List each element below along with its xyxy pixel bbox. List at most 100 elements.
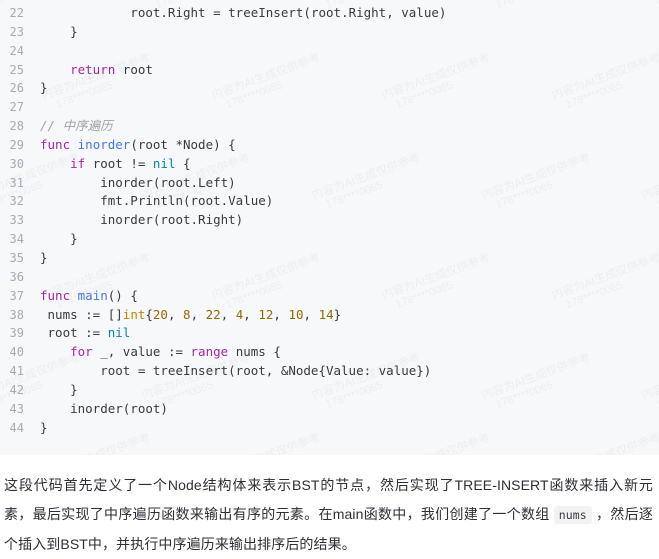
line-number: 32 <box>9 194 24 209</box>
code-token: func <box>40 287 71 303</box>
line-content: return root <box>34 61 153 80</box>
line-number: 28 <box>9 119 24 134</box>
code-line: 39 root := nil <box>0 324 659 343</box>
line-number: 39 <box>9 326 24 341</box>
line-content: } <box>34 23 78 42</box>
explanation-paragraph: 这段代码首先定义了一个Node结构体来表示BST的节点，然后实现了TREE-IN… <box>0 455 659 559</box>
line-content: } <box>34 249 48 268</box>
code-token: { <box>175 155 191 171</box>
code-token: } <box>40 249 48 265</box>
code-line: 27 <box>0 98 659 117</box>
line-content: } <box>34 230 78 249</box>
code-token: inorder(root.Right) <box>40 212 244 228</box>
line-number: 42 <box>9 382 24 397</box>
inline-code-nums: nums <box>553 506 592 524</box>
line-content: } <box>34 381 78 400</box>
line-number: 22 <box>9 6 24 20</box>
code-line: 31 inorder(root.Left) <box>0 174 659 193</box>
line-number: 29 <box>9 137 24 152</box>
code-token: treeInsert <box>228 5 304 20</box>
code-token: main <box>77 287 108 303</box>
code-token: for <box>70 344 93 360</box>
line-content: fmt.Println(root.Value) <box>34 192 273 211</box>
line-content: } <box>34 79 48 98</box>
code-token: (root.Right, value) <box>303 5 447 20</box>
code-token: root.Right = <box>40 5 229 20</box>
code-token: , <box>220 306 236 322</box>
line-number: 25 <box>9 62 24 77</box>
line-number: 31 <box>9 175 24 190</box>
code-token: (root *Node) { <box>130 136 236 152</box>
code-token: , <box>190 306 206 322</box>
code-token: 20 <box>152 306 168 322</box>
line-content: // 中序遍历 <box>34 117 113 136</box>
code-line: 32 fmt.Println(root.Value) <box>0 192 659 211</box>
line-content: for _, value := range nums { <box>34 343 281 362</box>
line-number: 35 <box>9 250 24 265</box>
code-token: } <box>333 306 342 322</box>
line-number: 38 <box>9 307 24 322</box>
code-lines[interactable]: 22 root.Right = treeInsert(root.Right, v… <box>0 4 659 437</box>
line-number: 33 <box>9 213 24 228</box>
code-line: 29 func inorder(root *Node) { <box>0 136 659 155</box>
line-number: 30 <box>9 156 24 171</box>
line-number: 40 <box>9 345 24 360</box>
code-token: int <box>122 306 146 322</box>
line-number: 44 <box>9 420 24 435</box>
code-token: root := <box>40 325 108 341</box>
line-number: 37 <box>9 288 24 303</box>
code-token: fmt.Println(root.Value) <box>40 193 274 209</box>
line-number: 26 <box>9 81 24 96</box>
code-token: , <box>243 306 259 322</box>
line-number: 36 <box>9 269 24 284</box>
code-line: 23 } <box>0 23 659 42</box>
code-token: inorder(root) <box>40 400 168 416</box>
line-number: 43 <box>9 401 24 416</box>
line-content: inorder(root) <box>34 400 168 419</box>
line-content: root.Right = treeInsert(root.Right, valu… <box>34 4 446 23</box>
code-line: 25 return root <box>0 61 659 80</box>
code-line: 33 inorder(root.Right) <box>0 211 659 230</box>
line-content: root = treeInsert(root, &Node{Value: val… <box>34 362 431 381</box>
line-number: 41 <box>9 364 24 379</box>
code-token: } <box>40 381 78 397</box>
line-content: func inorder(root *Node) { <box>34 136 236 155</box>
code-block: 内容为AI生成仅供参考 178****0065 内容为AI生成仅供参考 178****… <box>0 0 659 455</box>
code-token: 12 <box>258 306 274 322</box>
code-line: 40 for _, value := range nums { <box>0 343 659 362</box>
code-line: 43 inorder(root) <box>0 400 659 419</box>
code-token: nil <box>152 155 176 171</box>
code-token: 14 <box>318 306 334 322</box>
line-content: inorder(root.Right) <box>34 211 243 230</box>
code-token: } <box>40 80 48 96</box>
code-token: return <box>70 61 116 77</box>
code-token: if <box>70 155 86 171</box>
code-line: 44} <box>0 419 659 438</box>
line-number: 23 <box>9 24 24 39</box>
line-content: if root != nil { <box>34 155 191 174</box>
line-content: } <box>34 419 48 438</box>
code-token: nums := [] <box>40 306 123 322</box>
code-token: inorder(root.Left) <box>40 174 236 190</box>
code-line: 42 } <box>0 381 659 400</box>
code-token: 10 <box>288 306 304 322</box>
code-line: 22 root.Right = treeInsert(root.Right, v… <box>0 4 659 23</box>
line-number: 24 <box>9 43 24 58</box>
code-line: 41 root = treeInsert(root, &Node{Value: … <box>0 362 659 381</box>
code-token: } <box>40 419 48 435</box>
code-line: 38 nums := []int{20, 8, 22, 4, 12, 10, 1… <box>0 306 659 325</box>
line-content: inorder(root.Left) <box>34 174 236 193</box>
line-number: 27 <box>9 100 24 115</box>
code-line: 35} <box>0 249 659 268</box>
code-token: root != <box>85 155 153 171</box>
code-token: _, value := <box>92 344 191 360</box>
code-token: nums { <box>228 344 281 360</box>
line-number: 34 <box>9 232 24 247</box>
line-content: nums := []int{20, 8, 22, 4, 12, 10, 14} <box>34 306 342 325</box>
code-line: 24 <box>0 42 659 61</box>
